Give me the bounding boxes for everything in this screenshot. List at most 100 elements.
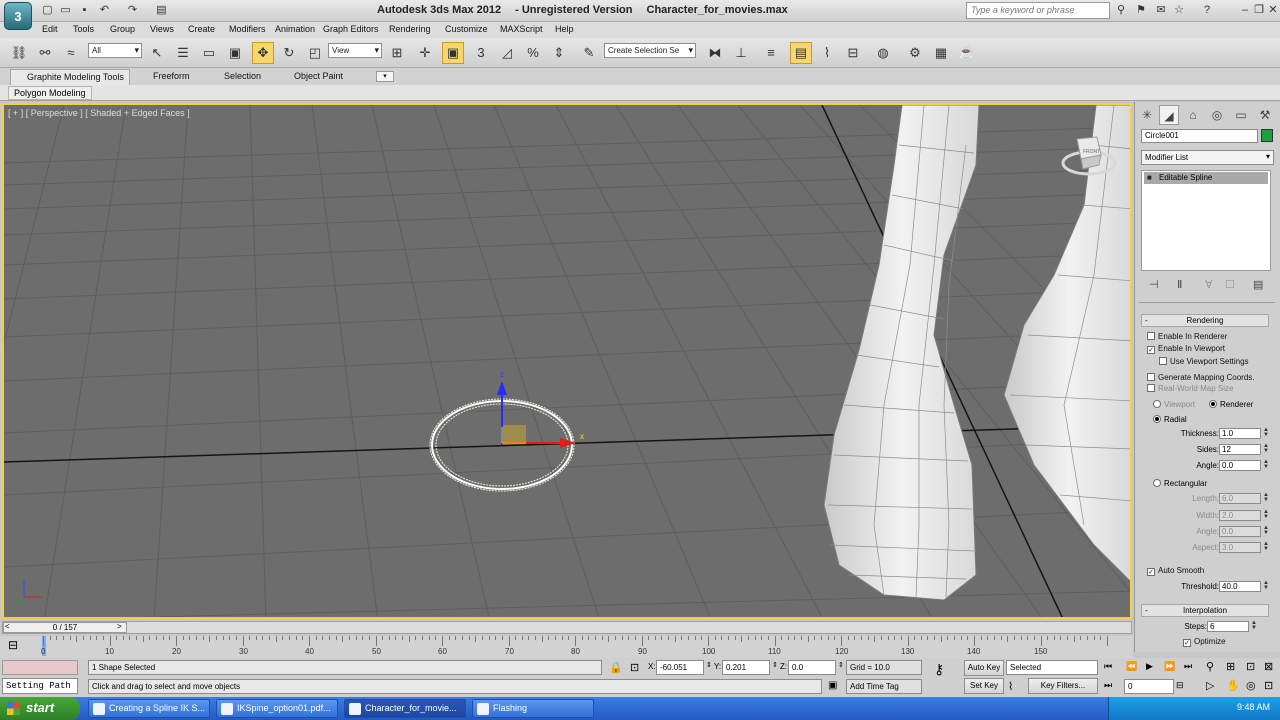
named-selection-dropdown[interactable]: Create Selection Se [604,43,696,58]
radial-radio[interactable]: Radial [1153,414,1187,425]
go-to-start-icon[interactable]: ⏮ [1104,661,1112,672]
motion-tab-icon[interactable]: ◎ [1207,105,1227,125]
percent-snap-icon[interactable]: % [522,42,544,64]
tab-selection[interactable]: Selection [224,71,261,81]
render-production-icon[interactable]: ☕ [956,42,978,64]
use-viewport-settings-checkbox[interactable]: Use Viewport Settings [1159,356,1249,367]
interpolation-rollout-header[interactable]: Interpolation [1141,604,1269,617]
favorites-icon[interactable]: ☆ [1172,3,1186,17]
rectangular-radio[interactable]: Rectangular [1153,478,1207,489]
modifier-stack[interactable]: Editable Spline [1141,170,1271,271]
menu-animation[interactable]: Animation [275,24,315,34]
tab-freeform[interactable]: Freeform [153,71,190,81]
ref-coord-dropdown[interactable]: View [328,43,382,58]
menu-maxscript[interactable]: MAXScript [500,24,543,34]
z-spinner-icon[interactable]: ⇕ [838,661,844,669]
menu-views[interactable]: Views [150,24,174,34]
edit-named-selection-icon[interactable]: ✎ [578,42,600,64]
y-coordinate-field[interactable]: 0.201 [722,660,770,675]
save-file-icon[interactable]: ▪ [77,3,92,18]
enable-in-viewport-checkbox[interactable]: ✓ Enable In Viewport [1147,343,1225,354]
align-icon[interactable]: ⊥ [730,42,752,64]
viewport-label[interactable]: [ + ] [ Perspective ] [ Shaded + Edged F… [8,108,190,118]
help-icon[interactable]: ? [1200,3,1214,17]
project-folder-icon[interactable]: ▤ [154,3,169,18]
viewcube-icon[interactable]: FRONT [1059,129,1119,189]
modifier-list-dropdown[interactable]: Modifier List [1141,150,1274,165]
y-spinner-icon[interactable]: ⇕ [772,661,778,669]
auto-key-button[interactable]: Auto Key [964,660,1004,676]
sides-spinner[interactable]: Sides: 12 ▲ ▼ [1145,443,1271,456]
select-manipulate-icon[interactable]: ✛ [414,42,436,64]
key-filter-icon[interactable]: ⌇ [1008,680,1013,693]
add-time-tag[interactable]: Add Time Tag [846,679,922,694]
play-icon[interactable]: ▶ [1146,661,1153,672]
rendered-frame-icon[interactable]: ▦ [930,42,952,64]
curve-editor-icon[interactable]: ⌇ [816,42,838,64]
configure-sets-icon[interactable]: ▤ [1253,278,1263,291]
select-move-icon[interactable]: ✥ [252,42,274,64]
tab-object-paint[interactable]: Object Paint [294,71,343,81]
tab-graphite-modeling-tools[interactable]: Graphite Modeling Tools [10,69,130,85]
taskbar-item-flashing[interactable]: Flashing [472,699,594,718]
ribbon-options-icon[interactable]: ▾ [376,71,394,82]
modify-tab-icon[interactable]: ◢ [1159,105,1179,125]
menu-rendering[interactable]: Rendering [389,24,431,34]
new-file-icon[interactable]: ▢ [40,3,55,18]
select-link-icon[interactable]: ⛓ [8,42,30,64]
menu-edit[interactable]: Edit [42,24,58,34]
time-config-icon[interactable]: ⊟ [1176,680,1184,691]
generate-mapping-checkbox[interactable]: Generate Mapping Coords. [1147,372,1255,383]
app-logo-icon[interactable]: 3 [4,2,32,30]
zoom-all-icon[interactable]: ⊞ [1226,660,1235,673]
pivot-center-icon[interactable]: ⊞ [386,42,408,64]
menu-group[interactable]: Group [110,24,135,34]
display-tab-icon[interactable]: ▭ [1231,105,1251,125]
material-editor-icon[interactable]: ◍ [872,42,894,64]
key-mode-toggle-icon[interactable]: ⏭ [1104,680,1112,691]
zoom-extents-all-icon[interactable]: ⊠ [1264,660,1273,673]
layer-manager-icon[interactable]: ≡ [760,42,782,64]
pan-view-icon[interactable]: ✋ [1226,679,1240,692]
maximize-viewport-icon[interactable]: ⊡ [1264,679,1273,692]
hierarchy-tab-icon[interactable]: ⌂ [1183,105,1203,125]
select-object-icon[interactable]: ↖ [146,42,168,64]
object-name-field[interactable]: Circle001 [1141,129,1258,143]
schematic-view-icon[interactable]: ⊟ [842,42,864,64]
close-icon[interactable]: ✕ [1266,3,1280,17]
select-scale-icon[interactable]: ◰ [304,42,326,64]
menu-create[interactable]: Create [188,24,215,34]
selection-filter-dropdown[interactable]: All [88,43,142,58]
perspective-viewport[interactable]: z x [ + ] [ Perspective ] [ Shaded + Edg… [2,103,1132,619]
menu-graph-editors[interactable]: Graph Editors [323,24,379,34]
go-to-end-icon[interactable]: ⏭ [1184,661,1192,672]
taskbar-item-word[interactable]: Creating a Spline IK S... [88,699,210,718]
renderer-radio[interactable]: Renderer [1209,399,1253,410]
unlink-icon[interactable]: ⚯ [34,42,56,64]
taskbar-item-3dsmax[interactable]: Character_for_movie... [344,699,466,718]
time-tag-icon[interactable]: ▣ [828,680,837,691]
field-of-view-icon[interactable]: ▷ [1206,679,1214,692]
menu-help[interactable]: Help [555,24,574,34]
menu-modifiers[interactable]: Modifiers [229,24,266,34]
key-mode-dropdown[interactable]: Selected [1006,660,1098,675]
listener-mode[interactable]: Setting Path [2,678,78,694]
pin-stack-icon[interactable]: ⊣ [1149,278,1159,291]
mirror-icon[interactable]: ⧓ [704,42,726,64]
x-spinner-icon[interactable]: ⇕ [706,661,712,669]
maxscript-listener-mini[interactable] [2,660,78,675]
angle-spinner[interactable]: Angle: 0.0 ▲ ▼ [1145,459,1271,472]
subscription-icon[interactable]: ⚑ [1134,3,1148,17]
rect-selection-icon[interactable]: ▭ [198,42,220,64]
keyboard-shortcut-override-icon[interactable]: ▣ [442,42,464,64]
z-coordinate-field[interactable]: 0.0 [788,660,836,675]
previous-frame-icon[interactable]: ⏪ [1126,661,1137,672]
stack-item-editable-spline[interactable]: Editable Spline [1144,172,1268,184]
redo-icon[interactable]: ↷ [125,3,140,18]
optimize-checkbox[interactable]: ✓ Optimize [1183,636,1226,647]
object-color-swatch[interactable] [1261,129,1273,142]
menu-customize[interactable]: Customize [445,24,488,34]
binoculars-icon[interactable]: ⚲ [1114,3,1128,17]
next-frame-icon[interactable]: > [117,622,122,631]
x-coordinate-field[interactable]: -60.051 [656,660,704,675]
